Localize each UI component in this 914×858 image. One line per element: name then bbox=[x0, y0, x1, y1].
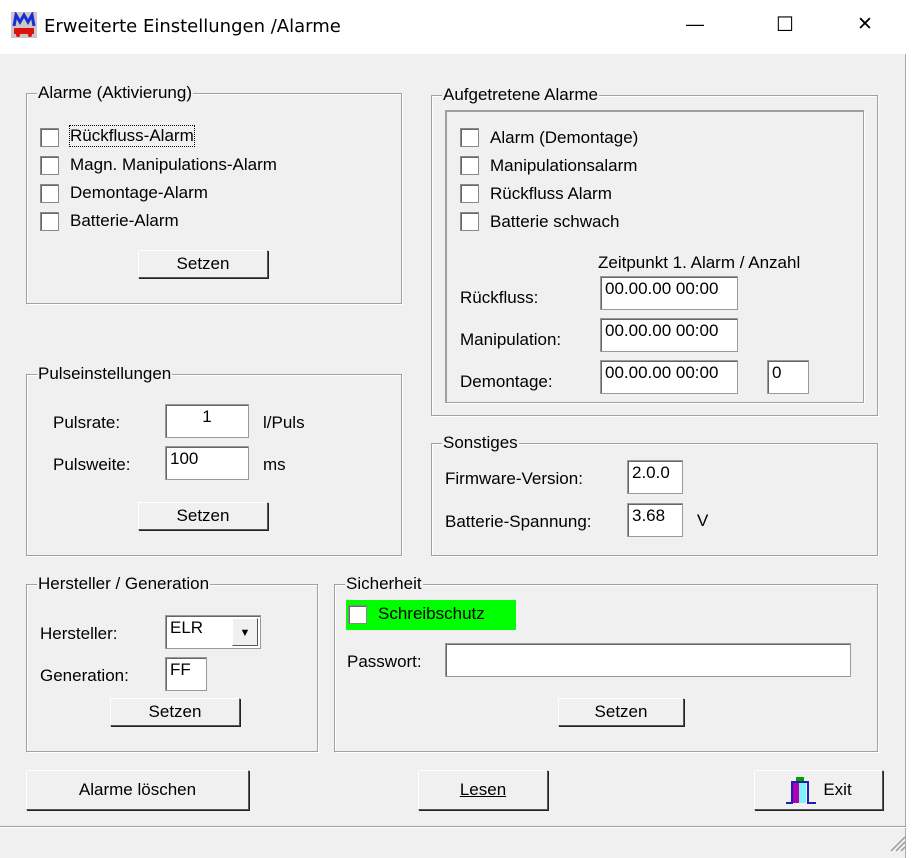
password-field[interactable] bbox=[445, 643, 851, 677]
clear-alarms-button[interactable]: Alarme löschen bbox=[26, 770, 249, 810]
manufacturer-label: Hersteller: bbox=[40, 624, 118, 643]
firmware-label: Firmware-Version: bbox=[445, 469, 583, 488]
resize-grip-icon[interactable] bbox=[886, 832, 906, 852]
minimize-button[interactable]: — bbox=[686, 14, 704, 35]
label-batterie-alarm: Batterie-Alarm bbox=[70, 211, 179, 230]
group-title: Alarme (Aktivierung) bbox=[37, 83, 193, 103]
window-title: Erweiterte Einstellungen /Alarme bbox=[44, 16, 341, 37]
title-bar: Erweiterte Einstellungen /Alarme — ☐ ✕ bbox=[0, 0, 906, 54]
read-label: Lesen bbox=[459, 780, 507, 799]
group-title: Sonstiges bbox=[442, 433, 519, 453]
checkbox-manipulationsalarm[interactable] bbox=[460, 156, 479, 175]
demontage-time-field[interactable]: 00.00.00 00:00 bbox=[600, 360, 738, 394]
group-title: Hersteller / Generation bbox=[37, 574, 211, 594]
group-title: Aufgetretene Alarme bbox=[442, 85, 599, 105]
pulse-set-button[interactable]: Setzen bbox=[138, 502, 268, 530]
write-protect-checkbox[interactable] bbox=[348, 605, 367, 624]
read-button[interactable]: Lesen bbox=[418, 770, 548, 810]
label-manipulation-time: Manipulation: bbox=[460, 330, 562, 349]
battery-label: Batterie-Spannung: bbox=[445, 512, 592, 531]
demontage-count-field[interactable]: 0 bbox=[767, 360, 809, 394]
label-batterie-schwach: Batterie schwach bbox=[490, 212, 620, 231]
checkbox-rueckfluss[interactable] bbox=[460, 184, 479, 203]
manipulation-time-field[interactable]: 00.00.00 00:00 bbox=[600, 318, 738, 352]
password-label: Passwort: bbox=[347, 652, 422, 671]
write-protect-label: Schreibschutz bbox=[378, 604, 485, 623]
maximize-button[interactable]: ☐ bbox=[776, 12, 794, 37]
security-set-button[interactable]: Setzen bbox=[558, 698, 684, 726]
time-column-header: Zeitpunkt 1. Alarm / Anzahl bbox=[598, 253, 801, 272]
exit-label: Exit bbox=[823, 780, 852, 799]
checkbox-manipulation-alarm[interactable] bbox=[40, 156, 59, 175]
generation-field[interactable]: FF bbox=[165, 657, 207, 691]
battery-field[interactable]: 3.68 bbox=[627, 503, 683, 537]
pulse-rate-unit: l/Puls bbox=[263, 413, 305, 432]
manufacturer-select[interactable]: ELR ▼ bbox=[165, 615, 261, 649]
label-demontage-alarm: Demontage-Alarm bbox=[70, 183, 208, 202]
pulse-rate-label: Pulsrate: bbox=[53, 413, 121, 432]
label-rueckfluss-time: Rückfluss: bbox=[460, 288, 539, 307]
chevron-down-icon[interactable]: ▼ bbox=[232, 618, 258, 646]
status-separator bbox=[0, 826, 906, 828]
label-manipulationsalarm: Manipulationsalarm bbox=[490, 156, 638, 175]
checkbox-batterie-schwach[interactable] bbox=[460, 212, 479, 231]
alarm-set-button[interactable]: Setzen bbox=[138, 250, 268, 278]
exit-door-icon bbox=[786, 776, 817, 804]
checkbox-batterie-alarm[interactable] bbox=[40, 212, 59, 231]
label-rueckfluss-alarm: Rückfluss-Alarm bbox=[69, 125, 195, 147]
generation-label: Generation: bbox=[40, 666, 129, 685]
pulse-width-field[interactable]: 100 bbox=[165, 446, 249, 480]
label-demontage-time: Demontage: bbox=[460, 372, 553, 391]
label-manipulation-alarm: Magn. Manipulations-Alarm bbox=[70, 155, 277, 174]
manufacturer-set-button[interactable]: Setzen bbox=[110, 698, 240, 726]
label-rueckfluss: Rückfluss Alarm bbox=[490, 184, 612, 203]
close-button[interactable]: ✕ bbox=[857, 13, 873, 36]
group-title: Pulseinstellungen bbox=[37, 364, 173, 384]
app-icon bbox=[11, 12, 37, 38]
label-alarm-demontage: Alarm (Demontage) bbox=[490, 128, 639, 147]
pulse-width-label: Pulsweite: bbox=[53, 455, 131, 474]
group-title: Sicherheit bbox=[345, 574, 423, 594]
checkbox-demontage-alarm[interactable] bbox=[40, 184, 59, 203]
exit-button[interactable]: Exit bbox=[754, 770, 883, 810]
pulse-width-unit: ms bbox=[263, 455, 286, 474]
checkbox-alarm-demontage[interactable] bbox=[460, 128, 479, 147]
firmware-field[interactable]: 2.0.0 bbox=[627, 460, 683, 494]
pulse-rate-field[interactable]: 1 bbox=[165, 404, 249, 438]
battery-unit: V bbox=[697, 511, 709, 530]
rueckfluss-time-field[interactable]: 00.00.00 00:00 bbox=[600, 276, 738, 310]
checkbox-rueckfluss-alarm[interactable] bbox=[40, 128, 59, 147]
manufacturer-value: ELR bbox=[170, 618, 204, 637]
